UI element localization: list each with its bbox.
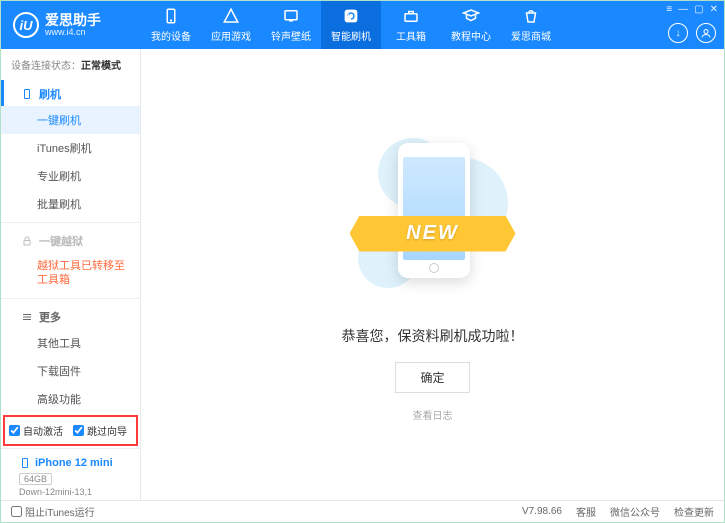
sidebar-item-oneclick-flash[interactable]: 一键刷机: [1, 106, 140, 134]
checkbox-label: 阻止iTunes运行: [25, 504, 95, 519]
nav-label: 铃声壁纸: [271, 28, 311, 43]
nav-tutorials[interactable]: 教程中心: [441, 1, 501, 49]
device-block[interactable]: iPhone 12 mini 64GB Down-12mini-13,1: [1, 448, 140, 500]
sidebar-jailbreak-note: 越狱工具已转移至工具箱: [1, 253, 140, 294]
app-name: 爱思助手: [45, 13, 101, 28]
top-nav: 我的设备 应用游戏 铃声壁纸 智能刷机 工具箱 教程中心 爱思商城: [141, 1, 724, 49]
user-icon[interactable]: [696, 23, 716, 43]
menu-button[interactable]: ≡: [666, 4, 672, 15]
logo-area: iU 爱思助手 www.i4.cn: [1, 12, 141, 38]
nav-smart-flash[interactable]: 智能刷机: [321, 1, 381, 49]
user-icons: ↓: [668, 23, 716, 43]
device-icon: [19, 455, 31, 471]
sidebar-item-pro-flash[interactable]: 专业刷机: [1, 162, 140, 190]
nav-my-device[interactable]: 我的设备: [141, 1, 201, 49]
flash-icon: [342, 7, 360, 25]
device-name: iPhone 12 mini: [19, 455, 132, 471]
nav-label: 我的设备: [151, 28, 191, 43]
app-url: www.i4.cn: [45, 28, 101, 37]
checkbox-label: 自动激活: [23, 423, 63, 438]
more-icon: [21, 311, 33, 323]
group-label: 刷机: [39, 86, 61, 102]
nav-label: 教程中心: [451, 28, 491, 43]
nav-apps-games[interactable]: 应用游戏: [201, 1, 261, 49]
view-log-link[interactable]: 查看日志: [413, 407, 453, 422]
sidebar-item-advanced[interactable]: 高级功能: [1, 385, 140, 413]
device-sub: Down-12mini-13,1: [19, 487, 132, 497]
tutorial-icon: [462, 7, 480, 25]
flash-group-icon: [21, 86, 33, 102]
sidebar-item-batch-flash[interactable]: 批量刷机: [1, 190, 140, 218]
version-label: V7.98.66: [522, 506, 562, 517]
nav-store[interactable]: 爱思商城: [501, 1, 561, 49]
result-illustration: NEW: [368, 128, 498, 308]
footer: 阻止iTunes运行 V7.98.66 客服 微信公众号 检查更新: [1, 500, 724, 522]
nav-label: 智能刷机: [331, 28, 371, 43]
result-message: 恭喜您，保资料刷机成功啦！: [342, 326, 524, 346]
checkbox-skip-guide[interactable]: 跳过向导: [73, 423, 127, 438]
minimize-button[interactable]: —: [678, 4, 688, 15]
footer-wechat[interactable]: 微信公众号: [610, 504, 660, 519]
sidebar-item-itunes-flash[interactable]: iTunes刷机: [1, 134, 140, 162]
sidebar: 设备连接状态：正常模式 刷机 一键刷机 iTunes刷机 专业刷机 批量刷机 一…: [1, 49, 141, 500]
nav-ringtones[interactable]: 铃声壁纸: [261, 1, 321, 49]
title-bar: iU 爱思助手 www.i4.cn 我的设备 应用游戏 铃声壁纸 智能刷机 工具…: [1, 1, 724, 49]
group-label: 更多: [39, 309, 61, 325]
device-icon: [162, 7, 180, 25]
footer-update[interactable]: 检查更新: [674, 504, 714, 519]
lock-icon: [21, 235, 33, 247]
nav-toolbox[interactable]: 工具箱: [381, 1, 441, 49]
new-banner: NEW: [350, 216, 516, 252]
connection-status: 设备连接状态：正常模式: [1, 49, 140, 80]
logo-icon: iU: [13, 12, 39, 38]
download-icon[interactable]: ↓: [668, 23, 688, 43]
sidebar-item-download-firmware[interactable]: 下载固件: [1, 357, 140, 385]
status-label: 设备连接状态：: [11, 61, 81, 72]
apps-icon: [222, 7, 240, 25]
wallpaper-icon: [282, 7, 300, 25]
nav-label: 工具箱: [396, 28, 426, 43]
toolbox-icon: [402, 7, 420, 25]
sidebar-group-more[interactable]: 更多: [1, 303, 140, 329]
ok-button[interactable]: 确定: [395, 362, 469, 393]
checkbox-auto-activate[interactable]: 自动激活: [9, 423, 63, 438]
footer-service[interactable]: 客服: [576, 504, 596, 519]
checkbox-label: 跳过向导: [87, 423, 127, 438]
nav-label: 爱思商城: [511, 28, 551, 43]
checkbox-block-itunes[interactable]: 阻止iTunes运行: [11, 504, 95, 519]
close-button[interactable]: ✕: [710, 4, 718, 15]
flash-options-row: 自动激活 跳过向导: [3, 415, 138, 446]
device-capacity: 64GB: [19, 473, 52, 485]
sidebar-group-jailbreak[interactable]: 一键越狱: [1, 227, 140, 253]
maximize-button[interactable]: ▢: [694, 4, 703, 15]
nav-label: 应用游戏: [211, 28, 251, 43]
window-controls: ≡ — ▢ ✕: [666, 4, 718, 15]
store-icon: [522, 7, 540, 25]
sidebar-group-flash[interactable]: 刷机: [1, 80, 140, 106]
group-label: 一键越狱: [39, 233, 83, 249]
status-value: 正常模式: [81, 61, 121, 72]
main-content: NEW 恭喜您，保资料刷机成功啦！ 确定 查看日志: [141, 49, 724, 500]
sidebar-item-other-tools[interactable]: 其他工具: [1, 329, 140, 357]
